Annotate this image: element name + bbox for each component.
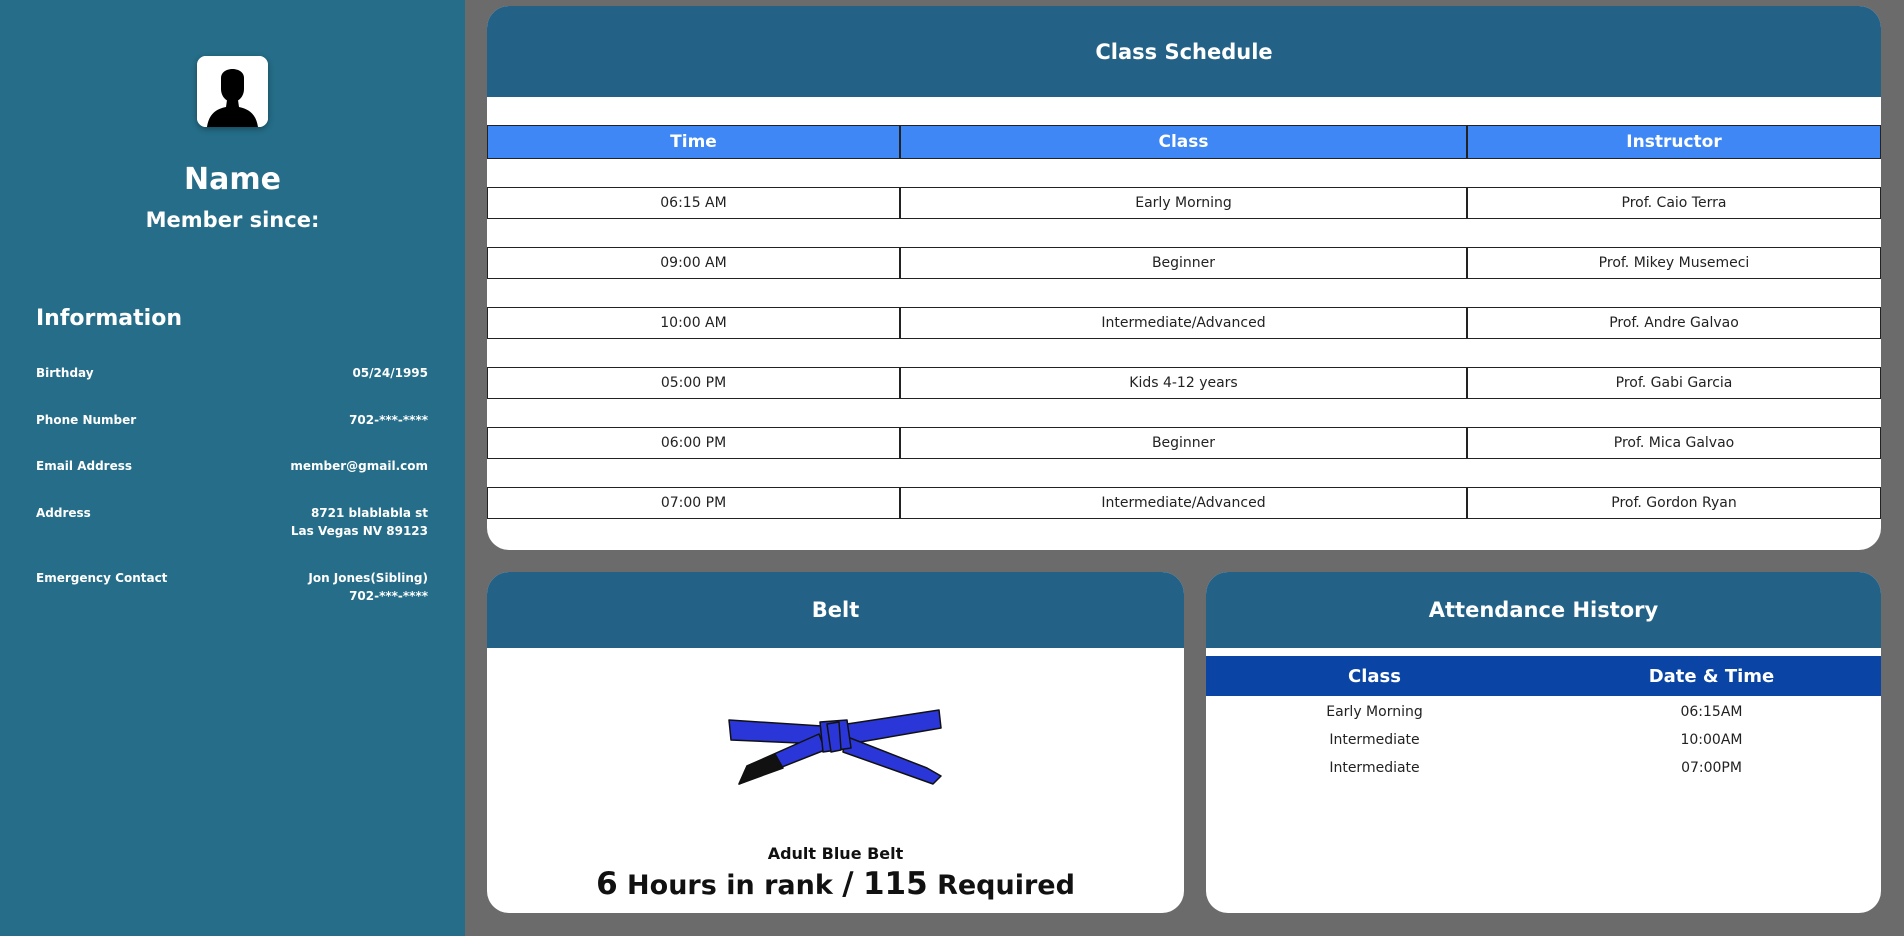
emergency-value: Jon Jones(Sibling) 702-***-**** xyxy=(308,569,428,605)
column-header-class: Class xyxy=(900,125,1467,159)
schedule-class-cell: Intermediate/Advanced xyxy=(900,307,1467,339)
schedule-instructor-cell: Prof. Caio Terra xyxy=(1467,187,1881,219)
column-header-instructor: Instructor xyxy=(1467,125,1881,159)
attendance-time-cell: 07:00PM xyxy=(1681,760,1742,776)
required-hours-value: 115 xyxy=(862,866,928,902)
schedule-time-cell: 06:15 AM xyxy=(487,187,900,219)
belt-hours-summary: 6 Hours in rank / 115 Required xyxy=(487,866,1184,902)
column-header-class: Class xyxy=(1348,665,1401,687)
table-row: Intermediate 10:00AM xyxy=(1206,732,1881,748)
hours-in-rank-label: Hours in rank xyxy=(627,870,833,901)
hours-separator: / xyxy=(842,866,854,902)
info-row-emergency: Emergency Contact Jon Jones(Sibling) 702… xyxy=(36,569,428,605)
hours-in-rank-value: 6 xyxy=(596,866,618,902)
schedule-time-cell: 10:00 AM xyxy=(487,307,900,339)
birthday-value: 05/24/1995 xyxy=(352,366,428,380)
profile-name: Name xyxy=(184,162,281,197)
required-hours-label: Required xyxy=(937,870,1075,901)
schedule-instructor-cell: Prof. Mikey Musemeci xyxy=(1467,247,1881,279)
schedule-class-cell: Beginner xyxy=(900,247,1467,279)
table-row: 06:00 PM Beginner Prof. Mica Galvao xyxy=(487,427,1881,459)
info-row-birthday: Birthday 05/24/1995 xyxy=(36,364,428,382)
info-row-email: Email Address member@gmail.com xyxy=(36,457,428,475)
birthday-label: Birthday xyxy=(36,366,94,380)
emergency-phone: 702-***-**** xyxy=(349,589,428,603)
address-line2: Las Vegas NV 89123 xyxy=(290,524,428,538)
attendance-history-card: Attendance History Class Date & Time Ear… xyxy=(1206,572,1881,913)
attendance-time-cell: 06:15AM xyxy=(1680,704,1743,720)
class-schedule-card: Class Schedule Time Class Instructor 06:… xyxy=(487,6,1881,550)
attendance-class-cell: Early Morning xyxy=(1326,704,1423,720)
user-silhouette-icon xyxy=(197,56,268,127)
table-row: Intermediate 07:00PM xyxy=(1206,760,1881,776)
phone-value: 702-***-**** xyxy=(349,413,428,427)
schedule-time-cell: 06:00 PM xyxy=(487,427,900,459)
emergency-label: Emergency Contact xyxy=(36,571,168,585)
member-since-label: Member since: xyxy=(145,208,320,232)
column-header-date-time: Date & Time xyxy=(1648,665,1775,687)
address-value: 8721 blablabla st Las Vegas NV 89123 xyxy=(291,504,428,540)
info-row-address: Address 8721 blablabla st Las Vegas NV 8… xyxy=(36,504,428,540)
emergency-name: Jon Jones(Sibling) xyxy=(308,571,428,585)
belt-rank: Adult Blue Belt xyxy=(767,844,904,863)
schedule-table: Time Class Instructor 06:15 AM Early Mor… xyxy=(487,125,1881,519)
attendance-history-title: Attendance History xyxy=(1206,572,1881,648)
schedule-time-cell: 07:00 PM xyxy=(487,487,900,519)
table-row: 05:00 PM Kids 4-12 years Prof. Gabi Garc… xyxy=(487,367,1881,399)
bjj-belt-icon xyxy=(727,708,947,792)
class-schedule-title: Class Schedule xyxy=(487,6,1881,97)
schedule-class-cell: Early Morning xyxy=(900,187,1467,219)
phone-label: Phone Number xyxy=(36,413,137,427)
address-line1: 8721 blablabla st xyxy=(310,506,428,520)
info-row-phone: Phone Number 702-***-**** xyxy=(36,411,428,429)
email-value: member@gmail.com xyxy=(290,459,428,473)
attendance-time-cell: 10:00AM xyxy=(1680,732,1743,748)
schedule-class-cell: Intermediate/Advanced xyxy=(900,487,1467,519)
profile-sidebar: Name Member since: Information Birthday … xyxy=(0,0,465,936)
email-label: Email Address xyxy=(36,459,133,473)
table-row: 07:00 PM Intermediate/Advanced Prof. Gor… xyxy=(487,487,1881,519)
schedule-table-header: Time Class Instructor xyxy=(487,125,1881,159)
schedule-instructor-cell: Prof. Gordon Ryan xyxy=(1467,487,1881,519)
table-row: 10:00 AM Intermediate/Advanced Prof. And… xyxy=(487,307,1881,339)
belt-title: Belt xyxy=(487,572,1184,648)
attendance-class-cell: Intermediate xyxy=(1329,760,1420,776)
schedule-instructor-cell: Prof. Andre Galvao xyxy=(1467,307,1881,339)
attendance-class-cell: Intermediate xyxy=(1329,732,1420,748)
address-label: Address xyxy=(36,506,91,520)
schedule-time-cell: 09:00 AM xyxy=(487,247,900,279)
schedule-instructor-cell: Prof. Mica Galvao xyxy=(1467,427,1881,459)
table-row: Early Morning 06:15AM xyxy=(1206,704,1881,720)
table-row: 09:00 AM Beginner Prof. Mikey Musemeci xyxy=(487,247,1881,279)
belt-card: Belt Adult Blue Belt 6 Hours in rank / 1… xyxy=(487,572,1184,913)
schedule-instructor-cell: Prof. Gabi Garcia xyxy=(1467,367,1881,399)
table-row: 06:15 AM Early Morning Prof. Caio Terra xyxy=(487,187,1881,219)
schedule-time-cell: 05:00 PM xyxy=(487,367,900,399)
information-heading: Information xyxy=(36,306,182,331)
attendance-table-header: Class Date & Time xyxy=(1206,656,1881,696)
schedule-class-cell: Kids 4-12 years xyxy=(900,367,1467,399)
column-header-time: Time xyxy=(487,125,900,159)
schedule-class-cell: Beginner xyxy=(900,427,1467,459)
